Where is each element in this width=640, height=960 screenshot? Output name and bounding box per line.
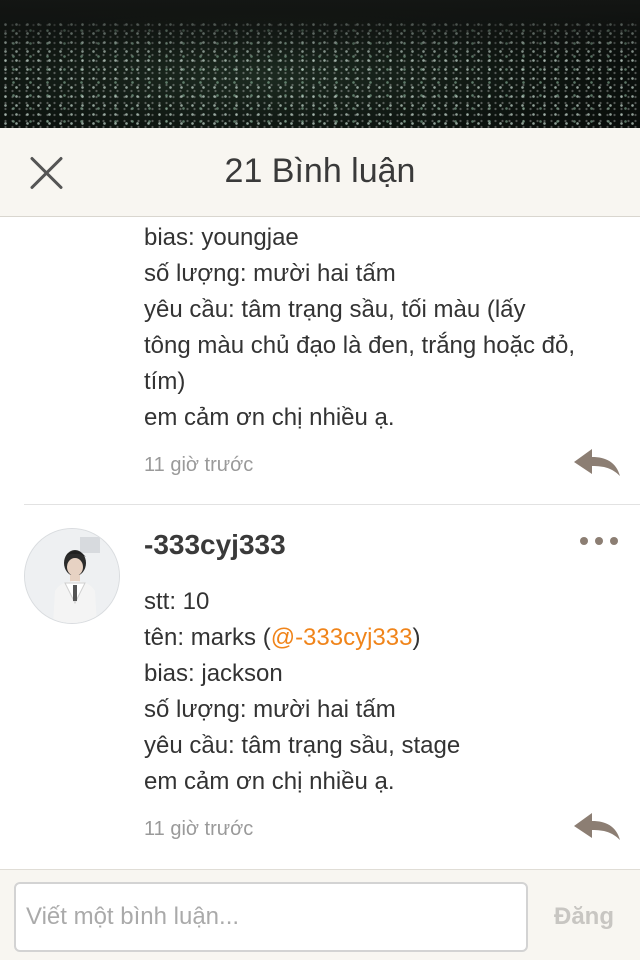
avatar[interactable] [24,528,120,624]
comment-text: tên: marks ( [144,624,271,651]
more-icon[interactable] [578,535,618,547]
comment-timestamp: 11 giờ trước [144,818,254,840]
comment-username[interactable]: -333cyj333 [144,529,286,561]
comments-list[interactable]: bias: youngjae số lượng: mười hai tấm yê… [0,217,640,869]
reply-icon[interactable] [572,810,622,844]
comment-input[interactable] [14,882,528,952]
comment-line: em cảm ơn chị nhiều ạ. [144,768,395,795]
comment-body: stt: 10 tên: marks (@-333cyj333) bias: j… [144,584,460,800]
comment-text: ) [412,624,421,651]
comment-divider [24,504,640,505]
comment-line: số lượng: mười hai tấm [144,696,396,723]
comment-line: em cảm ơn chị nhiều ạ. [144,404,395,431]
comments-sheet: 21 Bình luận bias: youngjae số lượng: mư… [0,128,640,960]
reply-icon[interactable] [572,446,622,480]
comment-line: tên: marks (@-333cyj333) [144,620,460,656]
comment-body: bias: youngjae số lượng: mười hai tấm yê… [144,220,575,436]
comments-header: 21 Bình luận [0,128,640,217]
background-photo [0,0,640,128]
comment-line: tím) [144,368,186,395]
comment-composer: Đăng [0,869,640,960]
comment-line: bias: jackson [144,660,283,687]
comment-line: yêu cầu: tâm trạng sầu, stage [144,732,461,759]
comment-line: stt: 10 [144,588,210,615]
comment-line: bias: youngjae [144,224,299,251]
comment-line: tông màu chủ đạo là đen, trắng hoặc đỏ, [144,332,575,359]
comments-title: 21 Bình luận [224,152,416,190]
mention-link[interactable]: @-333cyj333 [271,624,413,651]
comment-line: số lượng: mười hai tấm [144,260,396,287]
post-button[interactable]: Đăng [536,882,632,952]
comment-line: yêu cầu: tâm trạng sầu, tối màu (lấy [144,296,526,323]
comment-timestamp: 11 giờ trước [144,454,254,476]
photo-fade [0,0,640,60]
